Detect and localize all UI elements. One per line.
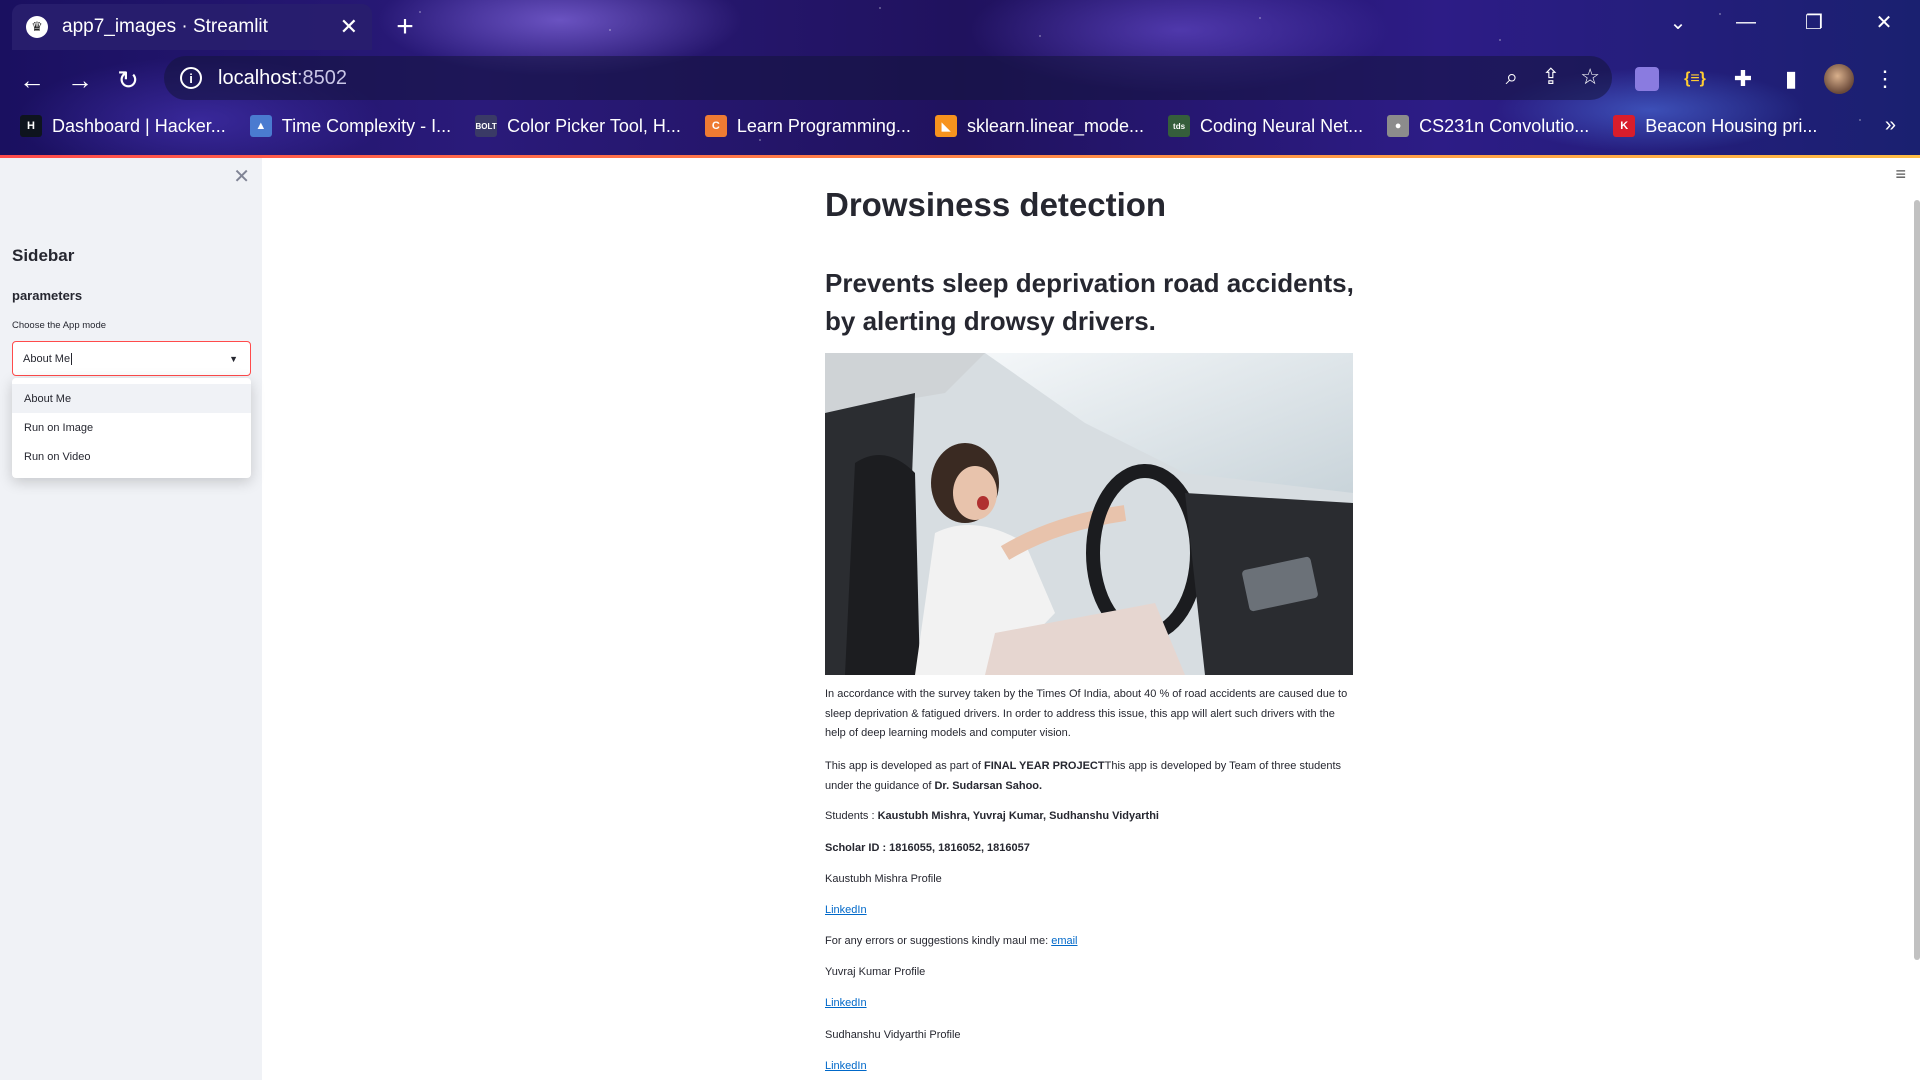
page-subtitle: Prevents sleep deprivation road accident… bbox=[825, 268, 1354, 336]
students-line: Students : Kaustubh Mishra, Yuvraj Kumar… bbox=[825, 810, 1159, 822]
project-paragraph: This app is developed as part of FINAL Y… bbox=[825, 760, 1342, 792]
restore-icon[interactable]: ❐ bbox=[1780, 0, 1848, 44]
url-text: localhost:8502 bbox=[218, 66, 347, 89]
app-mode-select-value: About Me bbox=[23, 352, 71, 365]
bookmark-label: Learn Programming... bbox=[736, 115, 911, 136]
page-title: Drowsiness detection bbox=[825, 186, 1167, 223]
linkedin-link-yuvraj: LinkedIn bbox=[825, 994, 1353, 1014]
bookmark-item[interactable]: ● CS231n Convolutio... bbox=[1387, 115, 1589, 137]
address-bar[interactable]: i localhost:8502 ⌕ ⇪ ☆ bbox=[164, 56, 1612, 100]
menu-kebab-icon[interactable]: ⋮ bbox=[1870, 64, 1900, 94]
bookmark-label: Beacon Housing pri... bbox=[1645, 115, 1818, 136]
bookmark-favicon-icon: tds bbox=[1168, 115, 1191, 137]
bookmark-favicon-icon: BOLT bbox=[475, 115, 498, 137]
drowsy-driver-image bbox=[825, 353, 1353, 675]
bookmark-label: sklearn.linear_mode... bbox=[966, 115, 1145, 136]
back-icon[interactable]: ← bbox=[14, 62, 50, 98]
bookmark-item[interactable]: ◣ sklearn.linear_mode... bbox=[934, 115, 1145, 137]
bookmark-favicon-icon: ◣ bbox=[934, 115, 957, 137]
profile-avatar[interactable] bbox=[1824, 64, 1854, 94]
linkedin-link[interactable]: LinkedIn bbox=[825, 1060, 867, 1072]
reload-icon[interactable]: ↻ bbox=[110, 62, 146, 98]
tab-close-icon[interactable]: ✕ bbox=[340, 14, 358, 40]
linkedin-link-sudhanshu: LinkedIn bbox=[825, 1057, 1353, 1077]
bookmark-item[interactable]: C Learn Programming... bbox=[704, 115, 911, 137]
option-run-on-image[interactable]: Run on Image bbox=[12, 413, 251, 442]
new-tab-button[interactable]: + bbox=[386, 8, 424, 46]
streamlit-crown-icon: ♛ bbox=[26, 16, 48, 38]
profile-kaustubh: Kaustubh Mishra Profile bbox=[825, 873, 942, 885]
option-about-me[interactable]: About Me bbox=[12, 384, 251, 413]
bookmark-star-icon[interactable]: ☆ bbox=[1580, 64, 1600, 90]
site-info-icon[interactable]: i bbox=[180, 67, 202, 89]
share-icon[interactable]: ⇪ bbox=[1542, 64, 1560, 90]
bookmark-item[interactable]: H Dashboard | Hacker... bbox=[20, 115, 226, 137]
bookmarks-bar: H Dashboard | Hacker... ▲ Time Complexity -… bbox=[0, 106, 1920, 146]
app-mode-select[interactable]: About Me ▼ bbox=[12, 341, 251, 376]
side-panel-icon[interactable]: ▮ bbox=[1776, 64, 1806, 94]
extensions-puzzle-icon[interactable]: ✚ bbox=[1728, 64, 1758, 94]
bookmark-item[interactable]: K Beacon Housing pri... bbox=[1613, 115, 1817, 137]
intro-paragraph: In accordance with the survey taken by t… bbox=[825, 688, 1348, 739]
zoom-icon[interactable]: ⌕ bbox=[1506, 64, 1518, 90]
close-window-icon[interactable]: ✕ bbox=[1850, 0, 1918, 44]
sidebar: ✕ Sidebar parameters Choose the App mode… bbox=[0, 158, 262, 1080]
bookmark-item[interactable]: tds Coding Neural Net... bbox=[1168, 115, 1363, 137]
bookmark-favicon-icon: H bbox=[20, 115, 42, 137]
tab-search-icon[interactable]: ⌄ bbox=[1644, 0, 1712, 44]
bookmark-favicon-icon: ● bbox=[1387, 115, 1410, 137]
errors-line: For any errors or suggestions kindly mau… bbox=[825, 935, 1078, 947]
bookmark-item[interactable]: ▲ Time Complexity - I... bbox=[249, 115, 452, 137]
hamburger-menu-icon[interactable]: ≡ bbox=[1895, 164, 1906, 185]
bookmark-label: CS231n Convolutio... bbox=[1419, 115, 1590, 136]
sidebar-title: Sidebar bbox=[12, 246, 75, 265]
profile-yuvraj: Yuvraj Kumar Profile bbox=[825, 966, 926, 978]
bookmark-favicon-icon: ▲ bbox=[249, 115, 272, 137]
forward-icon[interactable]: → bbox=[62, 62, 98, 98]
profile-sudhanshu: Sudhanshu Vidyarthi Profile bbox=[825, 1029, 961, 1041]
bookmark-favicon-icon: C bbox=[704, 115, 727, 137]
option-run-on-video[interactable]: Run on Video bbox=[12, 442, 251, 471]
linkedin-link[interactable]: LinkedIn bbox=[825, 904, 867, 916]
json-extension-icon[interactable]: {≡} bbox=[1680, 64, 1710, 94]
chevron-down-icon[interactable]: ▼ bbox=[229, 354, 238, 364]
extension-icon[interactable] bbox=[1635, 67, 1659, 91]
bookmark-favicon-icon: K bbox=[1613, 115, 1636, 137]
tab-title: app7_images · Streamlit bbox=[62, 16, 268, 37]
scholar-id-line: Scholar ID : 1816055, 1816052, 1816057 bbox=[825, 842, 1030, 854]
bookmark-label: Color Picker Tool, H... bbox=[507, 115, 681, 136]
bookmark-label: Coding Neural Net... bbox=[1200, 115, 1364, 136]
linkedin-link-kaustubh: LinkedIn bbox=[825, 901, 1353, 921]
browser-tab[interactable]: ♛ app7_images · Streamlit ✕ bbox=[12, 4, 372, 50]
minimize-icon[interactable]: — bbox=[1712, 0, 1780, 44]
streamlit-app: ✕ Sidebar parameters Choose the App mode… bbox=[0, 158, 1920, 1080]
bookmark-item[interactable]: BOLT Color Picker Tool, H... bbox=[475, 115, 681, 137]
linkedin-link[interactable]: LinkedIn bbox=[825, 997, 867, 1009]
select-label: Choose the App mode bbox=[12, 320, 107, 331]
browser-chrome: ♛ app7_images · Streamlit ✕ + ⌄ — ❐ ✕ ← … bbox=[0, 0, 1920, 155]
sidebar-close-icon[interactable]: ✕ bbox=[233, 164, 250, 189]
sidebar-subheader: parameters bbox=[12, 288, 83, 303]
bookmark-label: Dashboard | Hacker... bbox=[52, 115, 226, 136]
email-link[interactable]: email bbox=[1051, 935, 1077, 947]
app-mode-dropdown: About Me Run on Image Run on Video bbox=[12, 378, 251, 478]
bookmark-label: Time Complexity - I... bbox=[281, 115, 452, 136]
scrollbar[interactable] bbox=[1914, 200, 1920, 960]
bookmarks-overflow-icon[interactable]: » bbox=[1885, 114, 1896, 137]
